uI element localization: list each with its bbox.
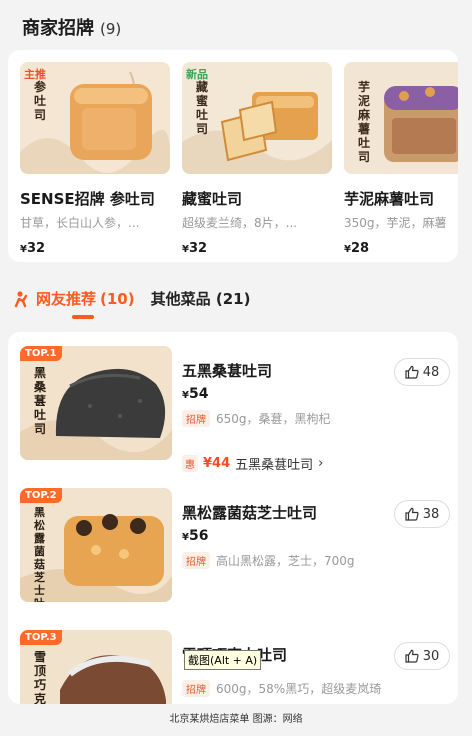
signature-pill: 招牌 (182, 680, 210, 697)
like-button[interactable]: 48 (394, 358, 450, 386)
section-header: 商家招牌 (9) (22, 14, 121, 40)
like-count: 38 (422, 506, 440, 522)
image-vertical-text: 藏蜜吐司 (196, 80, 209, 136)
discount-name: 五黑桑葚吐司 (235, 458, 314, 473)
product-name: SENSE招牌 参吐司 (20, 190, 155, 208)
signature-card: 主推 参吐司 SENSE招牌 参吐司 甘草，长白山人参，... ¥32 新品 藏… (8, 50, 458, 262)
product-price: ¥32 (20, 241, 46, 256)
product-name: 五黑桑葚吐司 (182, 362, 273, 380)
product-desc: 350g，芋泥，麻薯 (344, 216, 447, 230)
tab-recommend-count: (10) (100, 289, 135, 308)
discount-price: ¥44 (203, 456, 231, 471)
signature-pill: 招牌 (182, 410, 210, 427)
product-price: ¥54 (182, 386, 209, 402)
product-image: TOP.3 雪顶巧克力吐司 (20, 630, 172, 704)
product-tagline: 招牌 高山黑松露，芝士，700g (182, 552, 355, 569)
product-desc: 650g，桑葚，黑枸杞 (216, 412, 331, 426)
like-count: 30 (422, 648, 440, 664)
product-tagline: 招牌 600g，58%黑巧，超级麦岚琦 (182, 680, 381, 697)
thumbs-up-icon (405, 365, 419, 379)
product-image: TOP.2 黑松露菌菇芝士吐司 (20, 488, 172, 602)
recommend-list: TOP.1 黑桑葚吐司 五黑桑葚吐司 ¥54 招牌 650g，桑葚，黑枸杞 惠 … (8, 332, 458, 704)
image-vertical-text: 参吐司 (34, 80, 47, 122)
like-button[interactable]: 30 (394, 642, 450, 670)
category-tabs: 网友推荐 (10) 其他菜品 (21) (14, 288, 251, 319)
signature-item[interactable]: 新品 藏蜜吐司 藏蜜吐司 超级麦兰绮，8片，... ¥32 (182, 62, 332, 256)
tab-recommend-label: 网友推荐 (36, 290, 97, 308)
product-desc: 甘草，长白山人参，... (20, 216, 140, 230)
thumbs-up-icon (405, 507, 419, 521)
thumbs-up-icon (405, 649, 419, 663)
product-image: 芋泥麻薯吐司 (344, 62, 458, 174)
image-vertical-text: 芋泥麻薯吐司 (358, 80, 371, 164)
tab-recommend[interactable]: 网友推荐 (10) (14, 288, 135, 319)
product-image: 新品 藏蜜吐司 (182, 62, 332, 174)
product-name: 芋泥麻薯吐司 (344, 190, 435, 208)
product-desc: 600g，58%黑巧，超级麦岚琦 (216, 682, 382, 696)
like-count: 48 (422, 364, 440, 380)
rank-badge: TOP.1 (20, 346, 62, 361)
chevron-right-icon: › (318, 456, 324, 471)
product-image: 主推 参吐司 (20, 62, 170, 174)
tab-other-dishes[interactable]: 其他菜品 (21) (151, 288, 251, 309)
screenshot-tooltip: 截图(Alt + A) (184, 650, 262, 670)
like-button[interactable]: 38 (394, 500, 450, 528)
product-price: ¥28 (344, 241, 370, 256)
product-tagline: 招牌 650g，桑葚，黑枸杞 (182, 410, 331, 427)
list-item[interactable]: TOP.2 黑松露菌菇芝士吐司 黑松露菌菇芝士吐司 ¥56 招牌 高山黑松露，芝… (20, 488, 450, 618)
product-name: 黑松露菌菇芝士吐司 (182, 504, 318, 522)
product-image: TOP.1 黑桑葚吐司 (20, 346, 172, 460)
discount-badge: 惠 (182, 455, 198, 472)
product-price: ¥56 (182, 528, 209, 544)
product-price: ¥32 (182, 241, 208, 256)
product-name: 藏蜜吐司 (182, 190, 243, 208)
image-vertical-text: 黑松露菌菇芝士吐司 (34, 506, 45, 602)
signature-pill: 招牌 (182, 552, 210, 569)
section-title: 商家招牌 (22, 18, 94, 39)
discount-deal[interactable]: 惠 ¥44 五黑桑葚吐司 › (182, 454, 323, 473)
signature-item[interactable]: 芋泥麻薯吐司 芋泥麻薯吐司 350g，芋泥，麻薯 ¥28 (344, 62, 458, 256)
rank-badge: TOP.3 (20, 630, 62, 645)
product-desc: 超级麦兰绮，8片，... (182, 216, 298, 230)
list-item[interactable]: TOP.1 黑桑葚吐司 五黑桑葚吐司 ¥54 招牌 650g，桑葚，黑枸杞 惠 … (20, 346, 450, 476)
image-vertical-text: 雪顶巧克力吐司 (34, 650, 47, 704)
signature-item[interactable]: 主推 参吐司 SENSE招牌 参吐司 甘草，长白山人参，... ¥32 (20, 62, 170, 256)
image-caption: 北京某烘焙店菜单 图源：网络 (0, 710, 472, 736)
tab-other-count: (21) (215, 290, 251, 308)
tab-other-label: 其他菜品 (150, 290, 211, 308)
people-icon (14, 290, 28, 307)
section-count: (9) (100, 20, 122, 38)
product-desc: 高山黑松露，芝士，700g (216, 554, 355, 568)
rank-badge: TOP.2 (20, 488, 62, 503)
image-vertical-text: 黑桑葚吐司 (34, 366, 47, 436)
